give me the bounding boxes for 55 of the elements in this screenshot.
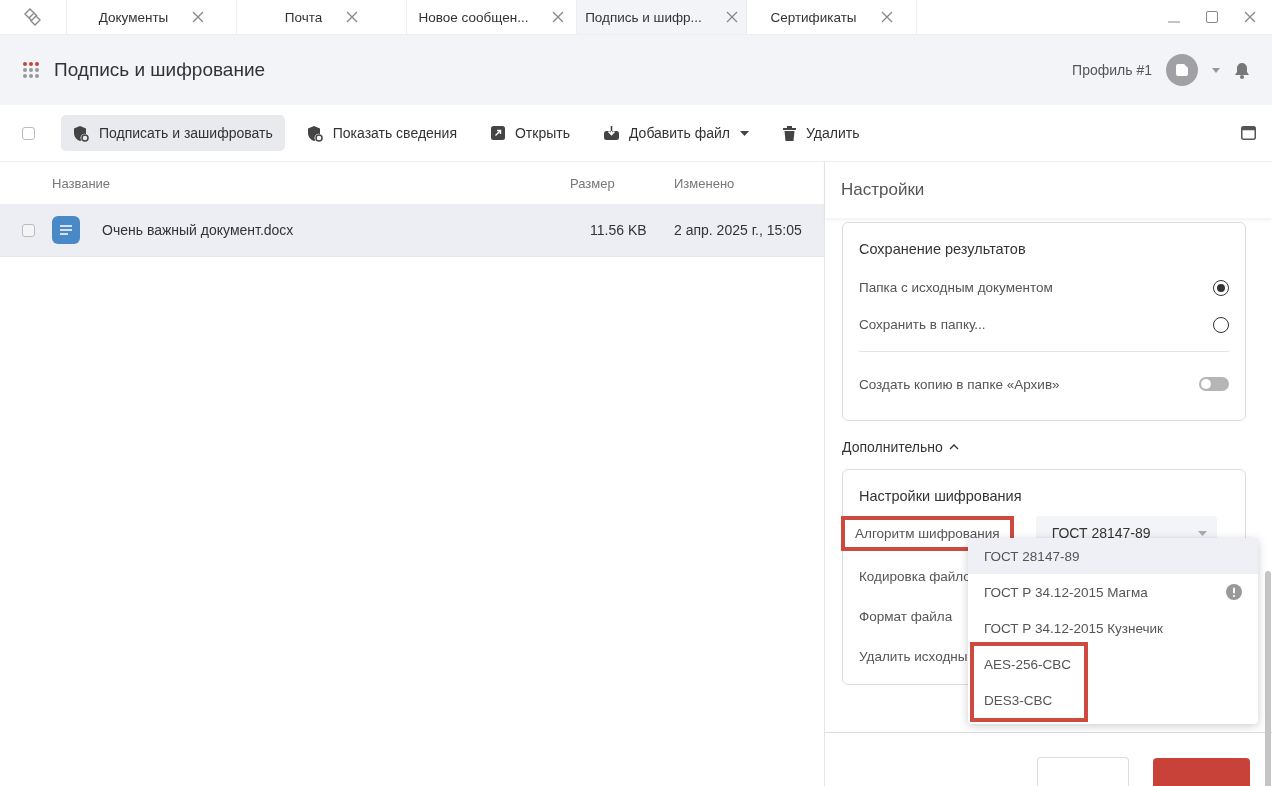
field-label: Формат файла xyxy=(859,608,954,624)
radio-button[interactable] xyxy=(1213,279,1229,296)
toolbar-button[interactable]: Добавить файл xyxy=(591,115,761,151)
file-row[interactable]: Очень важный документ.docx 11.56 KB 2 апр. 2025 г., 15:05 xyxy=(0,204,824,257)
menu-item[interactable]: ГОСТ Р 34.12-2015 Кузнечик xyxy=(968,610,1258,646)
option-label: Сохранить в папку... xyxy=(859,317,986,332)
file-name: Очень важный документ.docx xyxy=(102,222,294,238)
maximize-icon[interactable] xyxy=(1206,11,1218,23)
column-header[interactable]: Изменено xyxy=(674,175,824,191)
tab[interactable]: Подпись и шифр... xyxy=(577,0,747,34)
caret-icon xyxy=(1197,530,1207,536)
field-label: Удалить исходны xyxy=(859,648,969,664)
avatar[interactable] xyxy=(1166,54,1198,86)
file-size: 11.56 KB xyxy=(589,222,648,238)
close-icon[interactable] xyxy=(552,11,565,23)
select-all-checkbox[interactable] xyxy=(22,126,35,140)
section-title: Настройки шифрования xyxy=(859,488,1023,504)
close-icon[interactable] xyxy=(725,11,738,23)
menu-item[interactable]: ГОСТ 28147-89 xyxy=(968,538,1258,574)
shield-icon xyxy=(306,124,323,142)
scrollbar-thumb[interactable] xyxy=(1265,571,1271,786)
panel-title: Настройки xyxy=(841,180,925,200)
toolbar-button[interactable]: Открыть xyxy=(478,115,582,151)
bell-icon[interactable] xyxy=(1234,61,1250,79)
caret-icon[interactable] xyxy=(1212,67,1220,73)
shield-icon xyxy=(73,124,89,142)
warning-icon xyxy=(1226,584,1242,600)
open-icon xyxy=(490,126,505,140)
toggle-switch[interactable] xyxy=(1199,377,1229,391)
option-label: Создать копию в папке «Архив» xyxy=(859,376,1060,392)
row-checkbox[interactable] xyxy=(22,223,35,237)
caret-icon xyxy=(740,130,749,136)
option-label: Папка с исходным документом xyxy=(859,280,1053,295)
menu-item[interactable]: ГОСТ Р 34.12-2015 Магма xyxy=(968,574,1258,610)
document-icon xyxy=(52,216,80,244)
section-title: Сохранение результатов xyxy=(859,241,1027,257)
modified-date: 2 апр. 2025 г., 15:05 xyxy=(674,222,803,238)
close-icon[interactable] xyxy=(346,11,359,23)
radio-button[interactable] xyxy=(1213,316,1229,333)
chevron-icon xyxy=(948,444,959,450)
profile-name: Профиль #1 xyxy=(1072,62,1152,78)
panel-toggle-icon[interactable] xyxy=(1241,126,1256,140)
advanced-expander[interactable]: Дополнительно xyxy=(842,439,959,455)
download-icon xyxy=(603,126,619,140)
close-icon[interactable] xyxy=(1244,11,1256,23)
page-title: Подпись и шифрование xyxy=(54,59,266,81)
trash-icon xyxy=(783,125,796,141)
apps-menu-icon[interactable] xyxy=(22,61,40,79)
toolbar-button[interactable]: Показать сведения xyxy=(294,115,469,151)
close-icon[interactable] xyxy=(192,11,205,23)
column-header[interactable]: Размер xyxy=(570,175,674,191)
close-icon[interactable] xyxy=(880,11,893,23)
toolbar-button[interactable]: Подписать и зашифровать xyxy=(61,115,285,151)
toolbar-button[interactable]: Удалить xyxy=(771,115,872,151)
column-header[interactable]: Название xyxy=(52,175,570,191)
